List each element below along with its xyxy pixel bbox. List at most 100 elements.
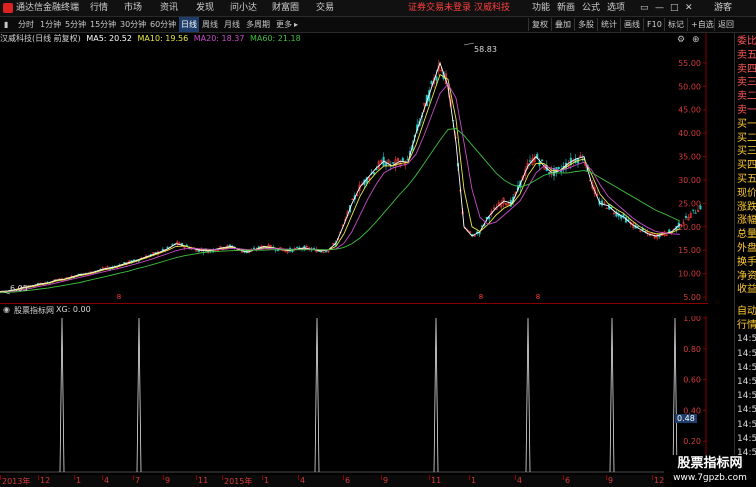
quote-field-label: 净资 [737, 270, 756, 282]
login-notice[interactable]: 证券交易未登录 [408, 0, 471, 16]
candle-body [692, 209, 695, 211]
candle-body [161, 248, 164, 251]
menu-functions[interactable]: 功能 [532, 0, 550, 16]
tool-overlay[interactable]: 叠加 [551, 18, 571, 31]
tick-row-label: 行情 [737, 320, 756, 332]
tab-15min[interactable]: 15分钟 [90, 17, 116, 32]
date-axis-label: 2013年 [2, 477, 31, 486]
date-axis-label: 4 [104, 476, 110, 485]
tab-60min[interactable]: 60分钟 [150, 17, 176, 32]
high-annotation: 58.83 [474, 45, 497, 54]
tool-f10[interactable]: F10 [643, 18, 662, 31]
xg-spike [525, 317, 531, 473]
tool-add-favorite[interactable]: +自选 [687, 18, 714, 31]
date-axis-tick [74, 475, 75, 480]
date-axis-label: 2015年 [224, 477, 253, 486]
quote-field-label: 涨幅 [737, 215, 756, 227]
tab-30min[interactable]: 30分钟 [120, 17, 146, 32]
tool-draw-line[interactable]: 画线 [620, 18, 640, 31]
indicator-chart[interactable]: 0.20 0.40 0.60 0.80 1.00 0.48 [0, 316, 708, 474]
tool-back[interactable]: 返回 [714, 18, 734, 31]
minimize-icon[interactable]: ▭ [640, 0, 649, 16]
tab-intraday[interactable]: 分时 [18, 17, 34, 32]
xg-spike [672, 317, 678, 473]
tick-row-label: 14:56 [737, 405, 756, 416]
tool-multi-stock[interactable]: 多股 [574, 18, 594, 31]
indicator-tick-label: 0.60 [683, 376, 701, 385]
indicator-value: XG: 0.00 [56, 305, 91, 314]
maximize-icon[interactable]: □ [670, 0, 679, 16]
signal-marker: 8 [536, 293, 540, 301]
candle-body [228, 244, 232, 247]
indicator-toggle-icon[interactable]: ◉ [3, 305, 10, 314]
date-axis-tick [606, 475, 607, 480]
price-tick-label: 25.00 [678, 199, 701, 208]
candle-body [636, 226, 640, 228]
date-axis: 2013年 12 1 4 7 9 11 2015年 1 4 6 9 11 1 4 6 9 12 [0, 475, 708, 487]
date-axis-tick [222, 475, 223, 480]
kline-chart[interactable]: 汉威科技(日线 前复权) MA5: 20.52 MA10: 19.56 MA20… [0, 33, 708, 302]
date-axis-label: 1 [76, 476, 82, 485]
candle-body [684, 215, 688, 218]
price-tick-label: 55.00 [678, 59, 701, 68]
candle-body [430, 80, 433, 85]
menu-trade[interactable]: 交易 [316, 0, 334, 16]
menu-ask[interactable]: 问小达 [230, 0, 257, 16]
tick-row-label: 14:56 [737, 433, 756, 444]
tool-mark[interactable]: 标记 [664, 18, 684, 31]
more-chevron-icon[interactable]: ▸ [294, 17, 298, 32]
tab-more[interactable]: 更多 [276, 17, 292, 32]
date-axis-tick [102, 475, 103, 480]
menu-discover[interactable]: 发现 [196, 0, 214, 16]
quote-field-label: 买二 [737, 132, 756, 144]
menu-market[interactable]: 市场 [124, 0, 142, 16]
close-icon[interactable]: ✕ [685, 0, 693, 16]
watermark-title: 股票指标网 [677, 456, 743, 471]
tab-5min[interactable]: 5分钟 [65, 17, 86, 32]
quote-field-label: 卖四 [737, 63, 756, 75]
candle-body [435, 76, 438, 81]
tool-stats[interactable]: 统计 [597, 18, 617, 31]
tab-multi-period[interactable]: 多周期 [246, 17, 270, 32]
indicator-tick-label: 0.80 [683, 345, 701, 354]
date-axis-tick [196, 475, 197, 480]
menu-formula[interactable]: 公式 [582, 0, 600, 16]
watermark-url: www.7gpzb.com [673, 473, 747, 483]
restore-icon[interactable]: — [655, 0, 664, 16]
menu-news[interactable]: 资讯 [160, 0, 178, 16]
candle-body [610, 206, 613, 209]
candle-body [324, 250, 328, 253]
price-tick-label: 10.00 [678, 270, 701, 279]
quote-field-label: 卖五 [737, 49, 756, 61]
tab-weekly[interactable]: 周线 [202, 17, 218, 32]
candle-body [401, 157, 404, 162]
tab-daily[interactable]: 日线 [179, 17, 199, 32]
quote-field-label: 委比 [737, 36, 756, 47]
menu-market-quote[interactable]: 行情 [90, 0, 108, 16]
indicator-name[interactable]: 股票指标网 [14, 305, 54, 316]
menu-wealth[interactable]: 财富圈 [272, 0, 299, 16]
toolbar-toggle-icon[interactable]: ▮ [4, 17, 8, 32]
guest-label[interactable]: 游客 [714, 0, 732, 16]
date-axis-label: 4 [300, 476, 306, 485]
quote-field-label: 买五 [737, 174, 756, 185]
date-axis-tick [163, 475, 164, 480]
candle-body [557, 167, 560, 169]
signal-marker: 8 [117, 293, 121, 301]
xg-spike [59, 317, 65, 473]
xg-spike [136, 317, 142, 473]
date-axis-tick [343, 475, 344, 480]
tab-monthly[interactable]: 月线 [224, 17, 240, 32]
menu-new-draw[interactable]: 新画 [557, 0, 575, 16]
date-axis-label: 6 [345, 476, 351, 485]
tab-1min[interactable]: 1分钟 [40, 17, 61, 32]
candle-body [548, 172, 551, 174]
candle-body [351, 198, 354, 200]
tool-rights[interactable]: 复权 [528, 18, 548, 31]
quote-field-label: 卖二 [737, 91, 756, 103]
stock-notice[interactable]: 汉威科技 [474, 0, 510, 16]
tick-row-label: 14:56 [737, 419, 756, 430]
menu-options[interactable]: 选项 [607, 0, 625, 16]
indicator-current-value: 0.48 [675, 414, 697, 423]
quote-field-label: 外盘 [737, 243, 756, 254]
